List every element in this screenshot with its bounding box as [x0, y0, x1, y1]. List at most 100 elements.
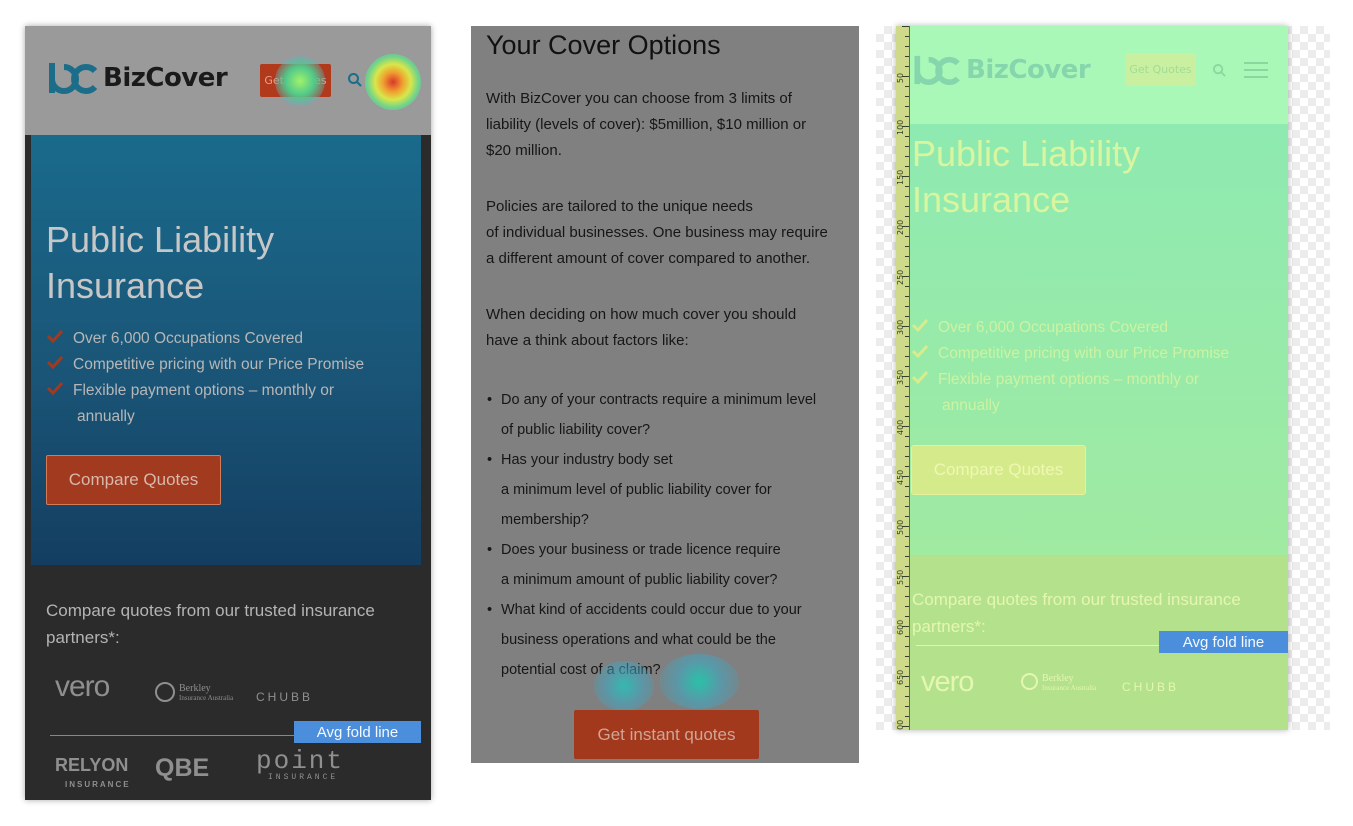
- ruler-label: 250: [896, 269, 905, 285]
- hamburger-menu-icon[interactable]: [1244, 62, 1268, 78]
- avg-fold-label: Avg fold line: [1159, 631, 1288, 653]
- checkmark-icon: [47, 355, 63, 369]
- ruler-tick: [902, 26, 909, 27]
- get-quotes-button[interactable]: Get Quotes: [260, 64, 331, 97]
- vero-logo: vero: [921, 666, 974, 698]
- ruler-label: 700: [896, 719, 905, 730]
- bizcover-logo-icon: [914, 54, 962, 86]
- ruler-tick: [905, 596, 909, 597]
- ruler-tick: [905, 116, 909, 117]
- checkmark-icon: [912, 344, 928, 358]
- search-icon[interactable]: [1212, 63, 1227, 78]
- cover-paragraph: When deciding on how much cover you shou…: [486, 306, 797, 349]
- site-header: BizCover Get Quotes: [25, 26, 431, 135]
- qbe-logo: QBE: [155, 754, 210, 782]
- ruler-tick: [905, 506, 909, 507]
- ruler-tick: [905, 566, 909, 567]
- ruler-tick: [905, 216, 909, 217]
- avg-fold-line: [50, 735, 295, 736]
- ruler-tick: [905, 306, 909, 307]
- ruler-tick: [905, 656, 909, 657]
- bullet-item: Flexible payment options – monthly or ann…: [47, 378, 407, 430]
- avg-fold-label: Avg fold line: [294, 721, 421, 743]
- ruler-tick: [905, 186, 909, 187]
- ruler-tick: [905, 256, 909, 257]
- ruler-tick: [905, 346, 909, 347]
- ruler-tick: [905, 106, 909, 107]
- list-item: What kind of accidents could occur due t…: [486, 595, 846, 685]
- ruler-tick: [905, 456, 909, 457]
- hamburger-menu-icon[interactable]: [381, 70, 403, 88]
- ruler-label: 500: [896, 519, 905, 535]
- partners-text: Compare quotes from our trusted insuranc…: [46, 601, 375, 647]
- ruler-tick: [905, 286, 909, 287]
- ruler-tick: [905, 706, 909, 707]
- ruler-tick: [905, 296, 909, 297]
- bullet-item: Competitive pricing with our Price Promi…: [912, 341, 1229, 367]
- ruler-tick: [905, 356, 909, 357]
- ruler-tick: [905, 516, 909, 517]
- ruler-tick: [905, 316, 909, 317]
- ruler-label: 600: [896, 619, 905, 635]
- checkmark-icon: [47, 329, 63, 343]
- search-icon[interactable]: [347, 72, 363, 88]
- ruler-tick: [905, 366, 909, 367]
- bizcover-logo[interactable]: BizCover: [914, 54, 1091, 86]
- ruler-tick: [905, 396, 909, 397]
- cover-paragraph: With BizCover you can choose from 3 limi…: [486, 90, 807, 159]
- ruler-tick: [905, 66, 909, 67]
- hero-title: Public Liability Insurance: [46, 219, 275, 306]
- ruler-tick: [905, 466, 909, 467]
- chubb-logo: CHUBB: [1122, 680, 1180, 694]
- list-item: Has your industry body seta minimum leve…: [486, 445, 846, 535]
- bizcover-logo-icon: [49, 61, 99, 95]
- bullet-item: Over 6,000 Occupations Covered: [47, 326, 407, 352]
- bizcover-logo-text: BizCover: [103, 63, 228, 93]
- ruler-tick: [905, 156, 909, 157]
- ruler-tick: [905, 266, 909, 267]
- get-quotes-button[interactable]: Get Quotes: [1125, 53, 1196, 86]
- ruler-tick: [905, 696, 909, 697]
- ruler-tick: [905, 386, 909, 387]
- ruler-label: 100: [896, 119, 905, 135]
- ruler-tick: [905, 546, 909, 547]
- ruler-tick: [905, 406, 909, 407]
- bullet-item: Competitive pricing with our Price Promi…: [47, 352, 407, 378]
- cover-factors-list: Do any of your contracts require a minim…: [486, 385, 846, 685]
- get-instant-quotes-button[interactable]: Get instant quotes: [574, 710, 759, 759]
- ruler-tick: [905, 86, 909, 87]
- point-logo: point INSURANCE: [256, 746, 345, 782]
- ruler-label: 400: [896, 419, 905, 435]
- cover-paragraph: Policies are tailored to the unique need…: [486, 198, 828, 267]
- compare-quotes-button[interactable]: Compare Quotes: [46, 455, 221, 505]
- ruler-tick: [905, 196, 909, 197]
- bizcover-logo-text: BizCover: [966, 55, 1091, 85]
- ruler-tick: [905, 666, 909, 667]
- berkley-logo-icon: [155, 682, 175, 702]
- heatmap-comparison: BizCover Get Quotes Public Liability Insu…: [0, 0, 1353, 826]
- ruler-tick: [905, 536, 909, 537]
- chubb-logo: CHUBB: [256, 690, 314, 704]
- ruler-tick: [905, 646, 909, 647]
- ruler-tick: [905, 416, 909, 417]
- compare-quotes-button[interactable]: Compare Quotes: [911, 445, 1086, 495]
- ruler-tick: [905, 716, 909, 717]
- ruler-tick: [905, 486, 909, 487]
- bullet-item: Flexible payment options – monthly or ann…: [912, 367, 1229, 419]
- hero-bullets: Over 6,000 Occupations Covered Competiti…: [912, 315, 1229, 419]
- ruler-tick: [905, 56, 909, 57]
- hero-title: Public Liability Insurance: [912, 133, 1141, 220]
- ruler-tick: [905, 616, 909, 617]
- ruler-label: 150: [896, 169, 905, 185]
- pixel-ruler: 50 100 150 200 250 300 350 400 450 500 550 600 650 70…: [896, 26, 910, 730]
- ruler-label: 350: [896, 369, 905, 385]
- ruler-tick: [905, 636, 909, 637]
- bizcover-logo[interactable]: BizCover: [49, 61, 228, 95]
- ruler-tick: [905, 166, 909, 167]
- scrollmap-panel: BizCover Get Quotes Public Liability Insu…: [896, 26, 1288, 730]
- ruler-tick: [905, 336, 909, 337]
- bullet-item: Over 6,000 Occupations Covered: [912, 315, 1229, 341]
- relyon-logo: RELYON INSURANCE: [55, 755, 131, 789]
- ruler-tick: [905, 146, 909, 147]
- list-item: Do any of your contracts require a minim…: [486, 385, 846, 445]
